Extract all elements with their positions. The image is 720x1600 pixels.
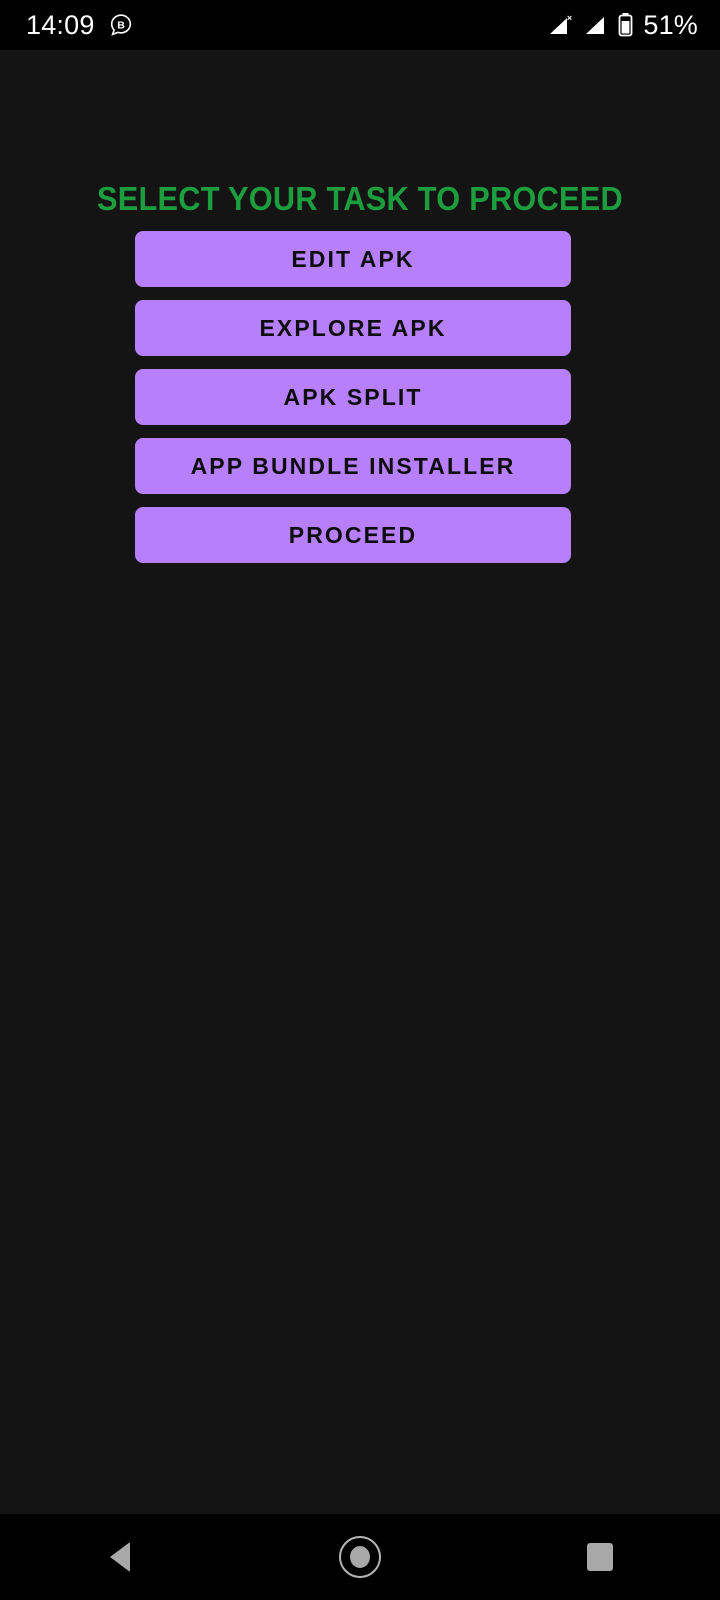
triangle-back-icon [110, 1542, 130, 1572]
status-bar-right: × 51% [547, 11, 698, 39]
apk-split-button[interactable]: APK SPLIT [135, 369, 571, 425]
status-bar-left: 14:09 B [26, 9, 133, 40]
status-bar: 14:09 B × 51% [0, 0, 720, 50]
battery-percent-label: 51% [643, 9, 698, 40]
status-clock: 14:09 [26, 9, 95, 40]
signal-bars-icon [584, 12, 608, 38]
page-title: SELECT YOUR TASK TO PROCEED [97, 180, 623, 217]
proceed-button[interactable]: PROCEED [135, 507, 571, 563]
app-bundle-installer-button[interactable]: APP BUNDLE INSTALLER [135, 438, 571, 494]
nav-recents-button[interactable] [480, 1514, 720, 1600]
circle-home-icon [339, 1536, 381, 1578]
nav-back-button[interactable] [0, 1514, 240, 1600]
signal-no-sim-icon: × [547, 12, 575, 38]
home-dot [350, 1546, 370, 1568]
phone-screen: 14:09 B × 51% SELECT YOUR TASK TO PROCEE… [0, 0, 720, 1600]
main-content: SELECT YOUR TASK TO PROCEED EDIT APK EXP… [0, 50, 720, 1514]
nav-home-button[interactable] [240, 1514, 480, 1600]
android-nav-bar [0, 1514, 720, 1600]
square-recents-icon [587, 1543, 613, 1571]
battery-icon [617, 11, 634, 39]
speech-bubble-b-icon: B [109, 13, 133, 37]
svg-text:×: × [567, 13, 572, 23]
explore-apk-button[interactable]: EXPLORE APK [135, 300, 571, 356]
edit-apk-button[interactable]: EDIT APK [135, 231, 571, 287]
task-button-list: EDIT APK EXPLORE APK APK SPLIT APP BUNDL… [135, 231, 571, 563]
svg-text:B: B [117, 19, 125, 31]
